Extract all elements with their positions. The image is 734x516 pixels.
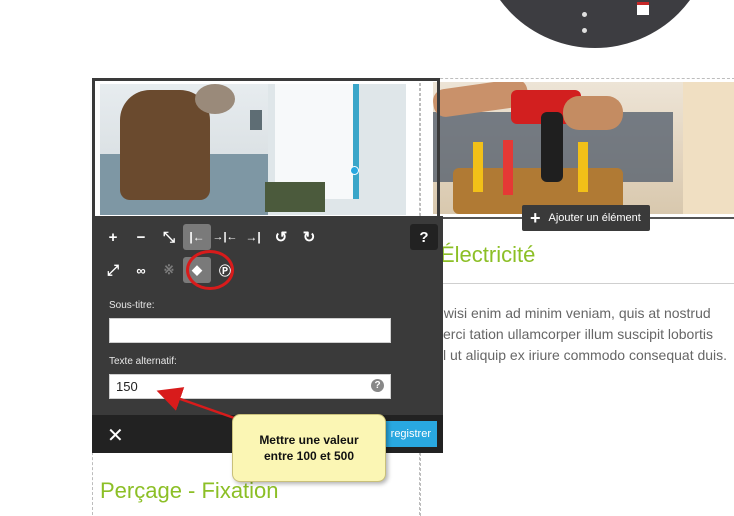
callout-line-2: entre 100 et 500 xyxy=(263,449,355,463)
callout-line-1: Mettre une valeur xyxy=(259,433,359,447)
annotation-callout: Mettre une valeur entre 100 et 500 xyxy=(232,414,386,482)
